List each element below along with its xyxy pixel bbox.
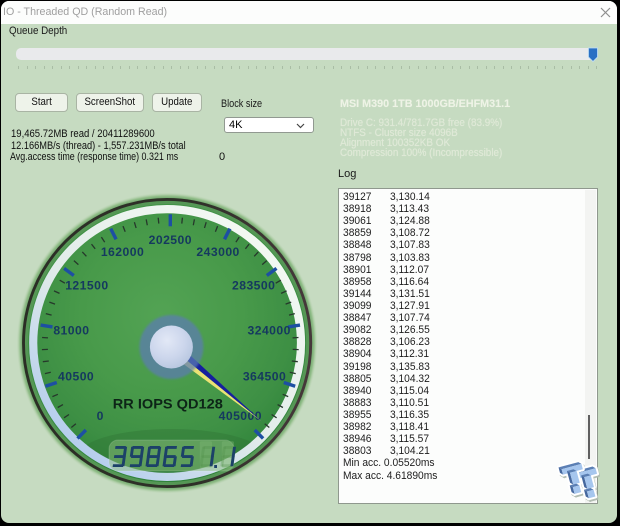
svg-text:162000: 162000 (101, 245, 144, 259)
svg-text:0: 0 (97, 409, 104, 423)
svg-text:243000: 243000 (196, 245, 239, 259)
svg-text:121500: 121500 (65, 278, 108, 292)
svg-text:324000: 324000 (248, 323, 291, 337)
svg-text:RR IOPS QD128: RR IOPS QD128 (113, 396, 223, 412)
svg-text:81000: 81000 (53, 323, 89, 337)
svg-text:40500: 40500 (58, 370, 94, 384)
svg-text:202500: 202500 (149, 233, 192, 247)
svg-text:283500: 283500 (232, 278, 275, 292)
svg-text:364500: 364500 (243, 370, 286, 384)
